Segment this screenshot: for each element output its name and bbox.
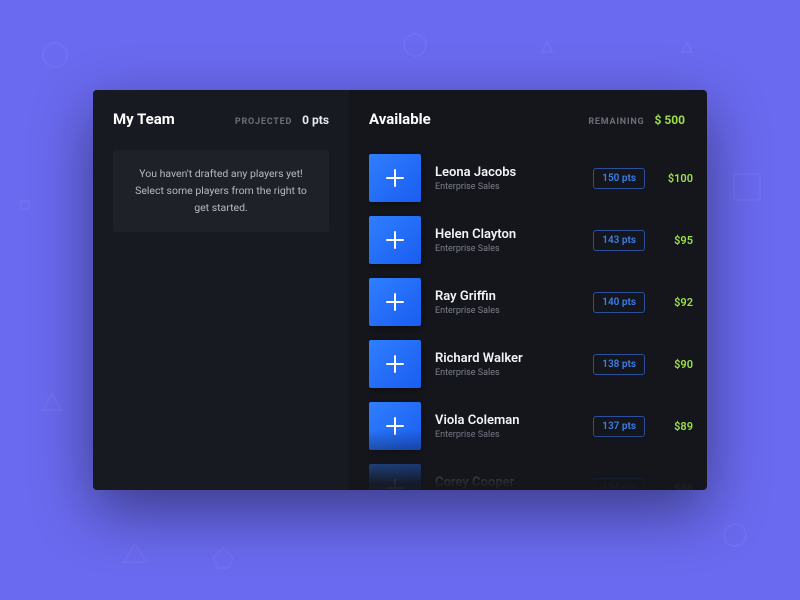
available-player-list[interactable]: Leona JacobsEnterprise Sales150 pts$100H… [369,150,699,490]
player-cost: $92 [659,296,693,309]
add-player-button[interactable] [369,464,421,490]
plus-icon [384,167,406,189]
player-meta: Corey CooperEnterprise Sales [421,475,593,491]
player-row: Corey CooperEnterprise Sales134 pts $86 [369,460,693,490]
player-role: Enterprise Sales [435,430,593,440]
empty-team-message-box: You haven't drafted any players yet! Sel… [113,150,329,232]
player-role: Enterprise Sales [435,182,593,192]
player-meta: Viola Coleman Enterprise Sales [421,413,593,440]
my-team-title: My Team [113,110,235,128]
plus-icon [384,229,406,251]
player-points-badge: 150 pts [593,168,645,189]
player-points-badge: 140 pts [593,292,645,313]
add-player-button[interactable] [369,402,421,450]
player-row: Helen Clayton Enterprise Sales143 pts $95 [369,212,693,268]
player-role: Enterprise Sales [435,368,593,378]
my-team-pane: My Team PROJECTED 0 pts You haven't draf… [93,90,349,490]
player-role: Enterprise Sales [435,306,593,316]
player-name: Leona Jacobs [435,165,593,180]
player-points-badge: 138 pts [593,354,645,375]
player-row: Viola Coleman Enterprise Sales137 pts $89 [369,398,693,454]
available-header: Available REMAINING $ 500 [369,110,699,128]
player-meta: Leona Jacobs Enterprise Sales [421,165,593,192]
add-player-button[interactable] [369,278,421,326]
plus-icon [384,477,406,490]
player-name: Ray Griffin [435,289,593,304]
player-meta: Helen Clayton Enterprise Sales [421,227,593,254]
player-role: Enterprise Sales [435,244,593,254]
player-cost: $100 [659,172,693,185]
player-name: Viola Coleman [435,413,593,428]
player-row: Leona Jacobs Enterprise Sales150 pts $100 [369,150,693,206]
draft-card: My Team PROJECTED 0 pts You haven't draf… [93,90,707,490]
player-meta: Richard Walker Enterprise Sales [421,351,593,378]
add-player-button[interactable] [369,340,421,388]
player-row: Richard Walker Enterprise Sales138 pts $90 [369,336,693,392]
player-name: Corey Cooper [435,475,593,490]
player-cost: $89 [659,420,693,433]
player-points-badge: 143 pts [593,230,645,251]
plus-icon [384,415,406,437]
plus-icon [384,291,406,313]
plus-icon [384,353,406,375]
my-team-header: My Team PROJECTED 0 pts [113,110,329,128]
available-pane: Available REMAINING $ 500 Leona Jacobs En… [349,90,707,490]
projected-label: PROJECTED [235,117,292,127]
player-cost: $95 [659,234,693,247]
player-row: Ray Griffin Enterprise Sales140 pts $92 [369,274,693,330]
player-name: Richard Walker [435,351,593,366]
player-points-badge: 134 pts [593,478,645,491]
player-name: Helen Clayton [435,227,593,242]
player-cost: $86 [659,482,693,491]
projected-value: 0 pts [302,113,329,127]
player-cost: $90 [659,358,693,371]
add-player-button[interactable] [369,216,421,264]
player-points-badge: 137 pts [593,416,645,437]
remaining-value: $ 500 [654,113,685,127]
empty-team-message: You haven't drafted any players yet! Sel… [127,166,315,216]
remaining-label: REMAINING [588,117,644,127]
add-player-button[interactable] [369,154,421,202]
player-meta: Ray Griffin Enterprise Sales [421,289,593,316]
available-title: Available [369,110,588,128]
